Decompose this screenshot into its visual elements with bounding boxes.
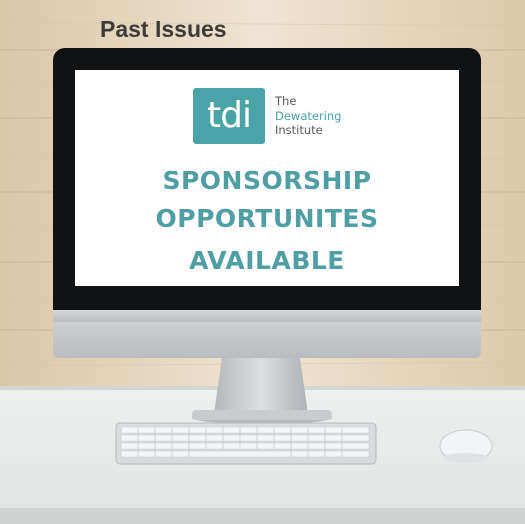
keyboard	[115, 422, 377, 465]
headline-line-1: SPONSORSHIP	[162, 166, 372, 195]
headline-line-2: OPPORTUNITES	[155, 204, 379, 233]
monitor-screen: tdi The Dewatering Institute SPONSORSHIP…	[75, 70, 459, 286]
logo-line-institute: Institute	[275, 123, 323, 137]
logo-mark-text: tdi	[207, 95, 252, 136]
headline-line-3: AVAILABLE	[189, 246, 345, 275]
tdi-logo: tdi	[193, 88, 265, 144]
logo-line-dewatering: Dewatering	[275, 108, 342, 123]
logo-wordmark: The Dewatering Institute	[275, 94, 341, 138]
logo-line-the: The	[275, 94, 297, 108]
monitor-stand	[214, 358, 308, 414]
page-title: Past Issues	[100, 16, 227, 42]
